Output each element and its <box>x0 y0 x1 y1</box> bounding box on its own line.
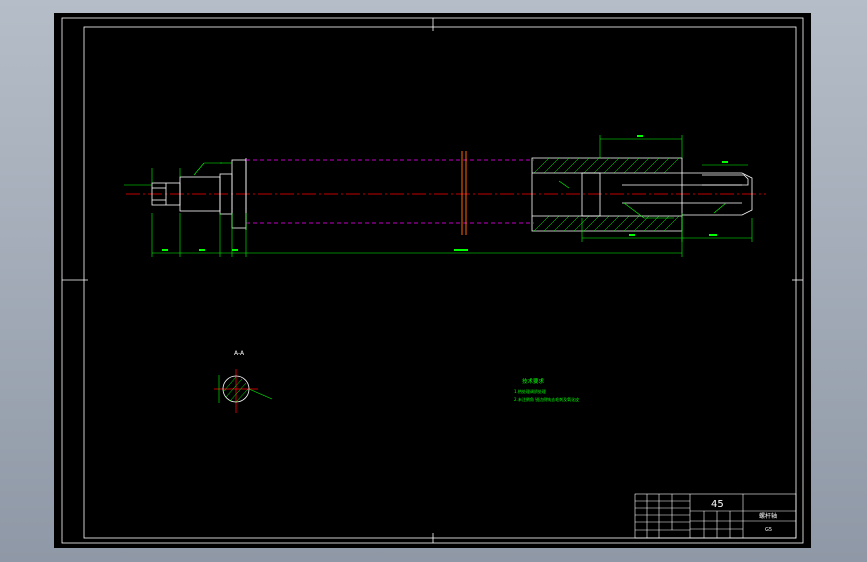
dimension-lines <box>124 135 753 257</box>
leader-lines <box>193 162 727 219</box>
title-block-scale: G5 <box>765 527 772 533</box>
frame-center-marks <box>62 18 803 543</box>
notes-line-1: 1.热处理调质处理 <box>514 388 546 394</box>
section-view <box>214 369 273 413</box>
dimension-tick-marks <box>162 135 728 251</box>
title-block-title: 螺杆轴 <box>759 512 777 520</box>
break-lines <box>461 151 467 235</box>
drawing-sheet[interactable]: A-A 技术要求 1.热处理调质处理 2.未注倒角 锐边倒钝去毛刺及氧化皮 45… <box>54 13 811 548</box>
section-label: A-A <box>234 350 245 357</box>
cad-viewport[interactable]: A-A 技术要求 1.热处理调质处理 2.未注倒角 锐边倒钝去毛刺及氧化皮 45… <box>0 0 867 562</box>
notes-line-2: 2.未注倒角 锐边倒钝去毛刺及氧化皮 <box>514 396 579 402</box>
shaft-middle-hidden <box>246 159 534 224</box>
inner-frame <box>83 26 797 539</box>
notes-heading: 技术要求 <box>522 377 545 385</box>
title-block-material: 45 <box>711 499 724 510</box>
drawing-canvas: A-A 技术要求 1.热处理调质处理 2.未注倒角 锐边倒钝去毛刺及氧化皮 45… <box>61 17 804 544</box>
shaft-right-section <box>531 157 753 232</box>
outer-frame <box>61 17 804 544</box>
